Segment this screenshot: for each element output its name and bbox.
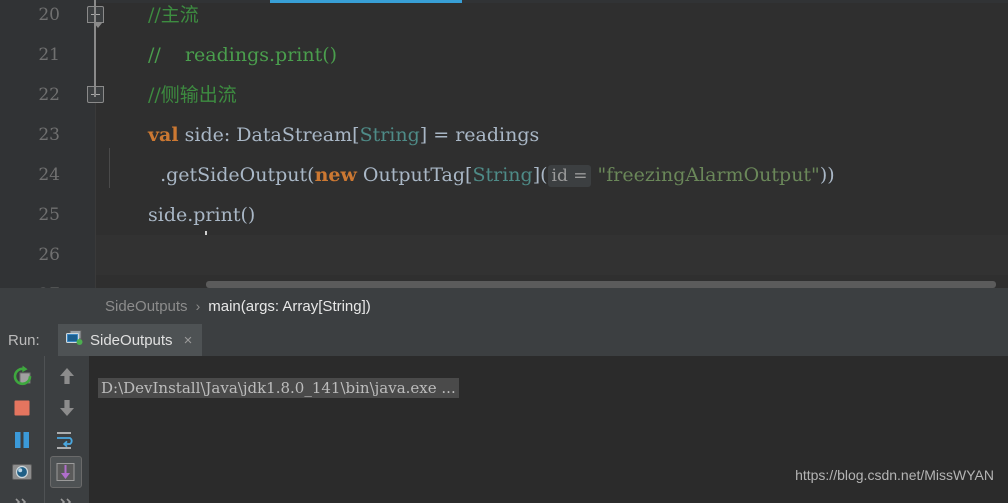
- code-line-content: [96, 244, 148, 266]
- editor-gutter[interactable]: 2021222324252627: [0, 0, 104, 305]
- scrollbar-thumb[interactable]: [206, 281, 996, 288]
- code-token-cmt2: readings.print(): [160, 44, 338, 66]
- breadcrumb-separator-icon: ›: [195, 298, 201, 314]
- close-icon[interactable]: ×: [184, 332, 193, 349]
- breadcrumb-class[interactable]: SideOutputs: [105, 298, 188, 315]
- code-editor[interactable]: 2021222324252627 //主流// readings.print()…: [0, 0, 1008, 305]
- console-line: D:\DevInstall\Java\jdk1.8.0_141\bin\java…: [98, 378, 459, 398]
- console-output[interactable]: D:\DevInstall\Java\jdk1.8.0_141\bin\java…: [90, 356, 1008, 503]
- run-tool-window: Run: SideOutputs × D:\DevInstall\Java\jd…: [0, 324, 1008, 503]
- more-icon[interactable]: [51, 488, 83, 503]
- rerun-icon[interactable]: [6, 360, 38, 392]
- line-number: 20: [38, 5, 60, 25]
- run-tab-label: SideOutputs: [90, 331, 173, 349]
- code-line-content: val side: DataStream[String] = readings: [96, 124, 539, 146]
- run-config-icon: [66, 330, 83, 350]
- code-line-content: .getSideOutput(new OutputTag[String](id …: [96, 164, 835, 187]
- code-token-cmt: //主流: [148, 4, 199, 26]
- code-line[interactable]: //侧输出流: [96, 75, 1008, 115]
- code-line-content: //侧输出流: [96, 84, 237, 106]
- code-token-cmt2: //: [148, 44, 161, 66]
- code-token-plain: side:: [178, 124, 237, 146]
- code-token-type: String: [472, 164, 533, 186]
- editor-horizontal-scrollbar[interactable]: [96, 280, 1008, 288]
- arrow-down-icon[interactable]: [51, 392, 83, 424]
- code-token-type: String: [359, 124, 420, 146]
- line-number: 24: [38, 165, 60, 185]
- scroll-to-end-icon[interactable]: [50, 456, 82, 488]
- breadcrumb-method[interactable]: main(args: Array[String]): [208, 298, 371, 315]
- run-toolbar-secondary: [45, 356, 90, 503]
- code-line[interactable]: .getSideOutput(new OutputTag[String](id …: [96, 155, 1008, 195]
- code-text-area[interactable]: //主流 // readings.print() //侧输出流 val side: D…: [96, 3, 1008, 288]
- line-number: 26: [38, 245, 60, 265]
- code-line[interactable]: //主流: [96, 3, 1008, 35]
- ide-window: 2021222324252627 //主流// readings.print()…: [0, 0, 1008, 503]
- code-line-content: // readings.print(): [96, 44, 337, 66]
- code-token-kw: new: [314, 164, 357, 186]
- code-token-plain: .getSideOutput(: [148, 164, 315, 186]
- code-token-hint: id =: [547, 165, 592, 187]
- line-number: 22: [38, 85, 60, 105]
- code-line[interactable]: // readings.print(): [96, 35, 1008, 75]
- code-line-content: //主流: [96, 4, 199, 26]
- pause-icon[interactable]: [6, 424, 38, 456]
- run-tab-sideoutputs[interactable]: SideOutputs ×: [58, 324, 203, 356]
- print-icon[interactable]: [6, 456, 38, 488]
- code-token-kw: val: [148, 124, 179, 146]
- code-token-cmt: //侧输出流: [148, 84, 237, 106]
- line-number: 25: [38, 205, 60, 225]
- code-token-plain: side.print(): [148, 204, 256, 226]
- soft-wrap-icon[interactable]: [51, 424, 83, 456]
- code-token-plain: ](: [532, 164, 548, 186]
- run-window-label: Run:: [8, 331, 40, 349]
- code-token-plain: [: [352, 124, 360, 146]
- watermark: https://blog.csdn.net/MissWYAN: [795, 467, 994, 483]
- run-tool-window-header: Run: SideOutputs ×: [0, 324, 1008, 356]
- code-token-plain: = readings: [427, 124, 540, 146]
- code-token-plain: OutputTag: [356, 164, 466, 186]
- code-line-content: side.print(): [96, 204, 255, 226]
- code-token-plain: DataStream: [236, 124, 353, 146]
- run-toolbar-primary: [0, 356, 45, 503]
- code-line[interactable]: val side: DataStream[String] = readings: [96, 115, 1008, 155]
- more-icon[interactable]: [6, 488, 38, 503]
- breadcrumb: SideOutputs › main(args: Array[String]): [0, 288, 1008, 324]
- line-number: 21: [38, 45, 60, 65]
- code-token-plain: )): [819, 164, 835, 186]
- arrow-up-icon[interactable]: [51, 360, 83, 392]
- code-line[interactable]: side.print(): [96, 195, 1008, 235]
- stop-icon[interactable]: [6, 392, 38, 424]
- line-number: 23: [38, 125, 60, 145]
- code-token-str: "freezingAlarmOutput": [591, 164, 820, 186]
- code-line[interactable]: [96, 235, 1008, 275]
